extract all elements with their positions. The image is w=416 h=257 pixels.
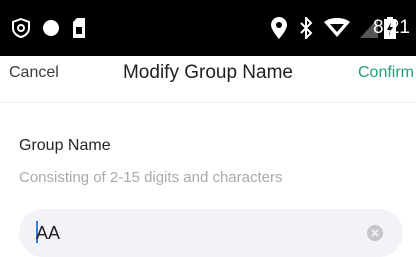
group-name-value[interactable]: AA (36, 209, 60, 257)
bluetooth-icon (298, 0, 314, 56)
confirm-button[interactable]: Confirm (358, 56, 414, 90)
clear-icon[interactable] (367, 225, 383, 241)
wifi-icon (324, 0, 350, 56)
status-time: 8:21 (373, 17, 410, 38)
group-name-hint: Consisting of 2-15 digits and characters (19, 169, 283, 186)
status-bar: 8:21 (0, 0, 416, 56)
vpn-shield-icon (11, 0, 31, 56)
record-dot-icon (42, 0, 60, 56)
group-name-label: Group Name (19, 137, 111, 154)
page-title: Modify Group Name (122, 62, 293, 83)
sim-card-icon (72, 0, 86, 56)
nav-bar: Cancel Modify Group Name Confirm (0, 56, 416, 103)
location-pin-icon (271, 0, 287, 56)
group-name-input[interactable]: AA (19, 209, 403, 257)
